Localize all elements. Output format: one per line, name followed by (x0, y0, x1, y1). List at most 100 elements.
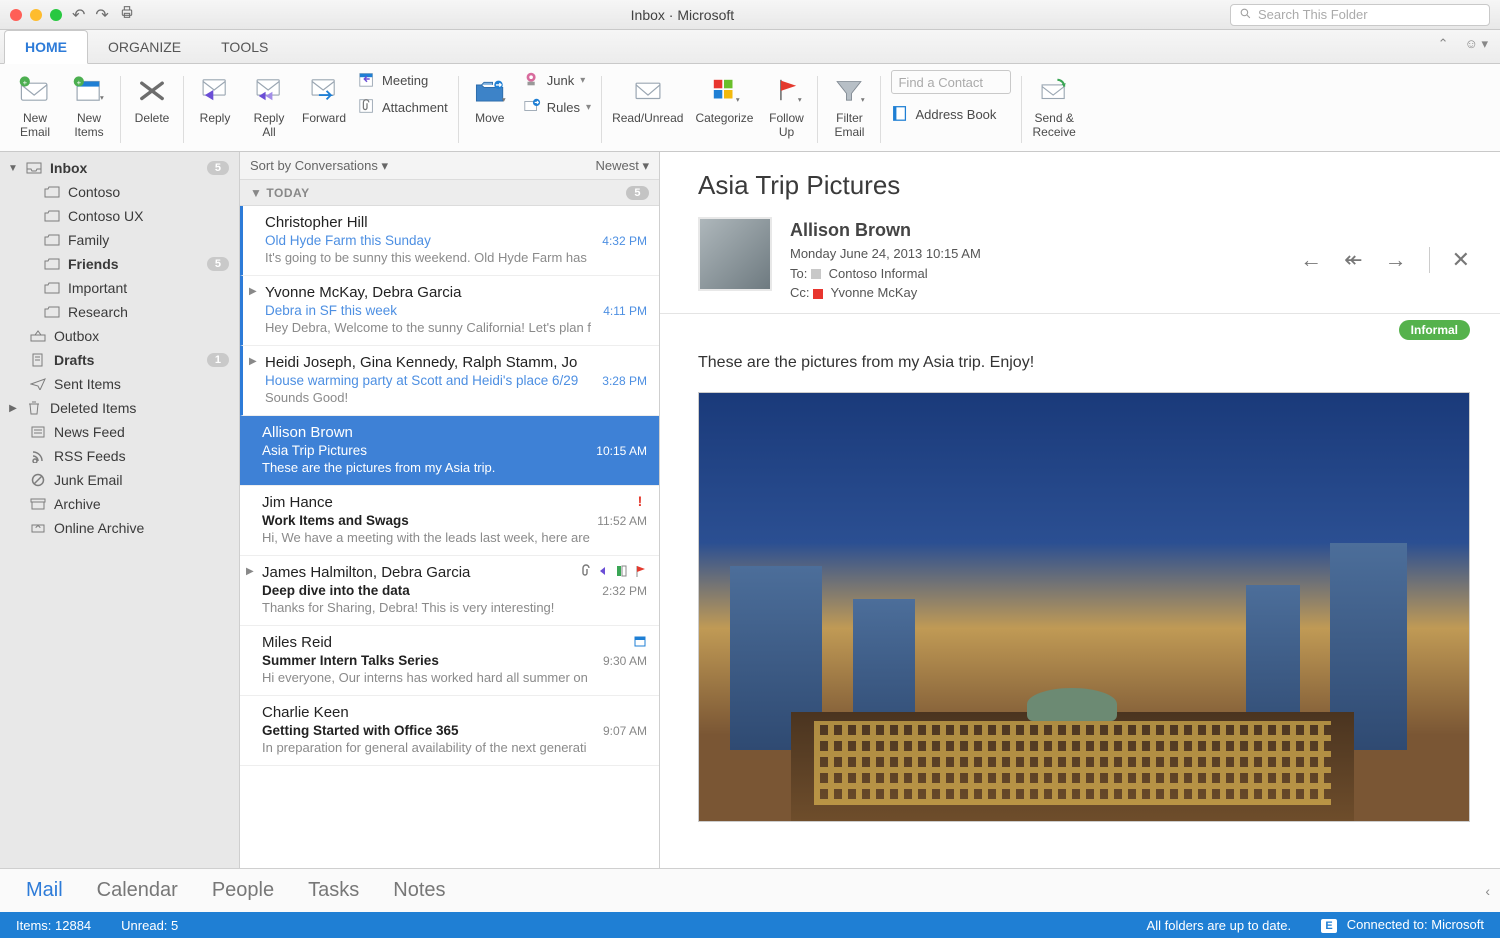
sidebar-item-sent-items[interactable]: Sent Items (0, 372, 239, 396)
sidebar-subfolder[interactable]: Important (0, 276, 239, 300)
junk-button[interactable]: Junk▾ (523, 70, 591, 91)
reply-all-button[interactable]: Reply All (248, 70, 290, 140)
nav-notes[interactable]: Notes (393, 879, 445, 902)
categorize-icon: ▾ (705, 72, 743, 108)
attachment-button[interactable]: Attachment (358, 97, 448, 118)
collapse-ribbon-icon[interactable]: ⌃ (1438, 36, 1449, 52)
categorize-label: Categorize (695, 112, 753, 126)
close-window-icon[interactable] (10, 9, 22, 21)
message-subject: Work Items and Swags (262, 513, 647, 528)
filter-email-button[interactable]: ▾ Filter Email (828, 70, 870, 140)
sender-avatar (698, 217, 772, 291)
address-book-button[interactable]: Address Book (891, 104, 1011, 125)
delete-icon (133, 72, 171, 108)
new-email-button[interactable]: + New Email (14, 70, 56, 140)
sidebar-subfolder[interactable]: Research (0, 300, 239, 324)
svg-text:+: + (23, 78, 28, 87)
sidebar-item-inbox[interactable]: ▼ Inbox 5 (0, 156, 239, 180)
meeting-button[interactable]: Meeting (358, 70, 448, 91)
collapse-nav-icon[interactable]: ‹ (1485, 883, 1490, 899)
reply-arrow-icon[interactable]: ← (1300, 247, 1322, 273)
nav-calendar[interactable]: Calendar (97, 879, 178, 902)
svg-text:▾: ▾ (736, 95, 740, 104)
window-title: Inbox · Microsoft (145, 7, 1220, 23)
sidebar-item-archive[interactable]: Archive (0, 492, 239, 516)
thread-chevron-icon[interactable]: ▶ (249, 356, 257, 367)
sidebar-subfolder[interactable]: Contoso (0, 180, 239, 204)
message-time: 3:28 PM (602, 374, 647, 388)
print-icon[interactable] (119, 4, 135, 25)
nav-mail[interactable]: Mail (26, 879, 63, 902)
message-list: Sort by Conversations ▾ Newest ▾ ▼ TODAY… (240, 152, 660, 868)
move-button[interactable]: ▾ Move (469, 70, 511, 126)
folder-sidebar: ▼ Inbox 5 ContosoContoso UXFamilyFriends… (0, 152, 240, 868)
forward-arrow-icon[interactable]: → (1385, 247, 1407, 273)
message-from: Allison Brown (262, 424, 647, 441)
chevron-down-icon[interactable]: ▼ (8, 163, 18, 174)
day-header-today[interactable]: ▼ TODAY 5 (240, 180, 659, 206)
sidebar-item-online-archive[interactable]: Online Archive (0, 516, 239, 540)
send-receive-button[interactable]: Send & Receive (1032, 70, 1075, 140)
message-item[interactable]: ▶Yvonne McKay, Debra Garcia4:11 PMDebra … (240, 276, 659, 346)
nav-people[interactable]: People (212, 879, 274, 902)
sort-button[interactable]: Sort by Conversations ▾ (250, 158, 388, 174)
move-label: Move (475, 112, 504, 126)
close-icon[interactable]: ✕ (1452, 247, 1470, 273)
categorize-button[interactable]: ▾ Categorize (695, 70, 753, 126)
thread-chevron-icon[interactable]: ▶ (246, 566, 254, 577)
sidebar-item-rss-feeds[interactable]: RSS Feeds (0, 444, 239, 468)
status-unread-count: Unread: 5 (121, 918, 178, 933)
zoom-window-icon[interactable] (50, 9, 62, 21)
message-item[interactable]: Allison Brown10:15 AMAsia Trip PicturesT… (240, 416, 659, 486)
new-items-button[interactable]: +▾ New Items (68, 70, 110, 140)
message-from: Charlie Keen (262, 704, 647, 721)
smiley-feedback-icon[interactable]: ☺ ▾ (1465, 36, 1488, 52)
message-item[interactable]: Miles Reid9:30 AMSummer Intern Talks Ser… (240, 626, 659, 696)
message-item[interactable]: ▶Heidi Joseph, Gina Kennedy, Ralph Stamm… (240, 346, 659, 416)
minimize-window-icon[interactable] (30, 9, 42, 21)
message-preview: It's going to be sunny this weekend. Old… (265, 250, 647, 265)
find-contact-input[interactable]: Find a Contact (891, 70, 1011, 94)
search-folder-input[interactable]: Search This Folder (1230, 4, 1490, 26)
tab-organize[interactable]: ORGANIZE (88, 31, 201, 63)
thread-chevron-icon[interactable]: ▶ (249, 286, 257, 297)
reply-all-arrow-icon[interactable]: ↞ (1344, 247, 1362, 273)
category-pill[interactable]: Informal (1399, 320, 1470, 340)
message-item[interactable]: !Jim Hance11:52 AMWork Items and SwagsHi… (240, 486, 659, 556)
svg-text:!: ! (638, 494, 643, 508)
reply-button[interactable]: Reply (194, 70, 236, 126)
send-receive-icon (1035, 72, 1073, 108)
sidebar-item-outbox[interactable]: Outbox (0, 324, 239, 348)
nav-tasks[interactable]: Tasks (308, 879, 359, 902)
read-unread-button[interactable]: Read/Unread (612, 70, 683, 126)
message-item[interactable]: Charlie Keen9:07 AMGetting Started with … (240, 696, 659, 766)
category-square-grey-icon (811, 269, 821, 279)
redo-icon[interactable]: ↷ (95, 5, 108, 25)
sidebar-item-news-feed[interactable]: News Feed (0, 420, 239, 444)
sidebar-subfolder[interactable]: Contoso UX (0, 204, 239, 228)
sidebar-item-deleted-items[interactable]: ▶Deleted Items (0, 396, 239, 420)
message-item[interactable]: Christopher Hill4:32 PMOld Hyde Farm thi… (240, 206, 659, 276)
message-item[interactable]: ▶James Halmilton, Debra Garcia2:32 PMDee… (240, 556, 659, 626)
sidebar-item-drafts[interactable]: Drafts1 (0, 348, 239, 372)
sidebar-subfolder[interactable]: Family (0, 228, 239, 252)
order-button[interactable]: Newest ▾ (596, 158, 650, 174)
undo-icon[interactable]: ↶ (72, 5, 85, 25)
delete-label: Delete (135, 112, 170, 126)
chevron-right-icon[interactable]: ▶ (8, 403, 18, 414)
follow-up-button[interactable]: ▾ Follow Up (765, 70, 807, 140)
message-time: 11:52 AM (597, 514, 647, 528)
outbox-icon (30, 329, 46, 343)
sidebar-item-junk-email[interactable]: Junk Email (0, 468, 239, 492)
message-list-header: Sort by Conversations ▾ Newest ▾ (240, 152, 659, 180)
delete-button[interactable]: Delete (131, 70, 173, 126)
sidebar-subfolder[interactable]: Friends5 (0, 252, 239, 276)
forward-button[interactable]: Forward (302, 70, 346, 126)
tab-home[interactable]: HOME (4, 30, 88, 64)
new-email-label: New Email (20, 112, 50, 140)
status-sync: All folders are up to date. (1147, 918, 1292, 933)
forward-label: Forward (302, 112, 346, 126)
rules-button[interactable]: Rules▾ (523, 97, 591, 118)
tab-tools[interactable]: TOOLS (201, 31, 288, 63)
message-preview: Hey Debra, Welcome to the sunny Californ… (265, 320, 647, 335)
